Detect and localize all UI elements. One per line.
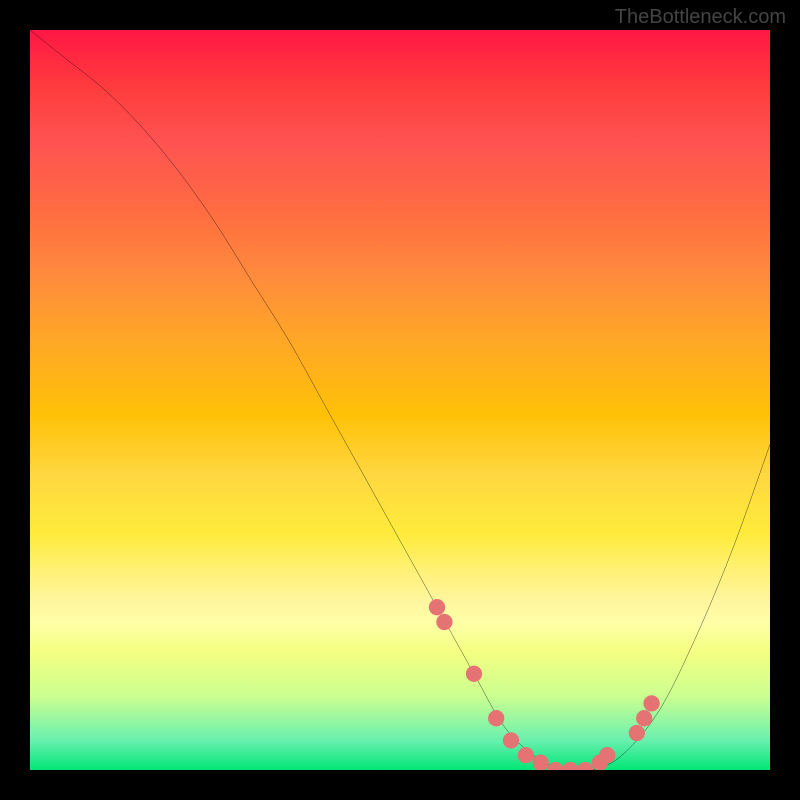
highlight-point bbox=[518, 747, 534, 763]
highlight-point bbox=[599, 747, 615, 763]
highlight-point bbox=[429, 599, 445, 615]
highlight-point bbox=[577, 762, 593, 770]
highlight-point bbox=[547, 762, 563, 770]
watermark-text: TheBottleneck.com bbox=[615, 6, 786, 29]
highlight-point bbox=[562, 762, 578, 770]
highlight-point bbox=[466, 666, 482, 682]
highlight-point bbox=[488, 710, 504, 726]
chart-area bbox=[30, 30, 770, 770]
highlight-point bbox=[503, 732, 519, 748]
bottleneck-curve bbox=[30, 30, 770, 770]
highlight-point bbox=[629, 725, 645, 741]
highlight-point bbox=[636, 710, 652, 726]
highlight-point bbox=[436, 614, 452, 630]
highlight-point bbox=[643, 695, 659, 711]
highlight-points bbox=[429, 599, 660, 770]
highlight-point bbox=[532, 754, 548, 770]
chart-svg bbox=[30, 30, 770, 770]
